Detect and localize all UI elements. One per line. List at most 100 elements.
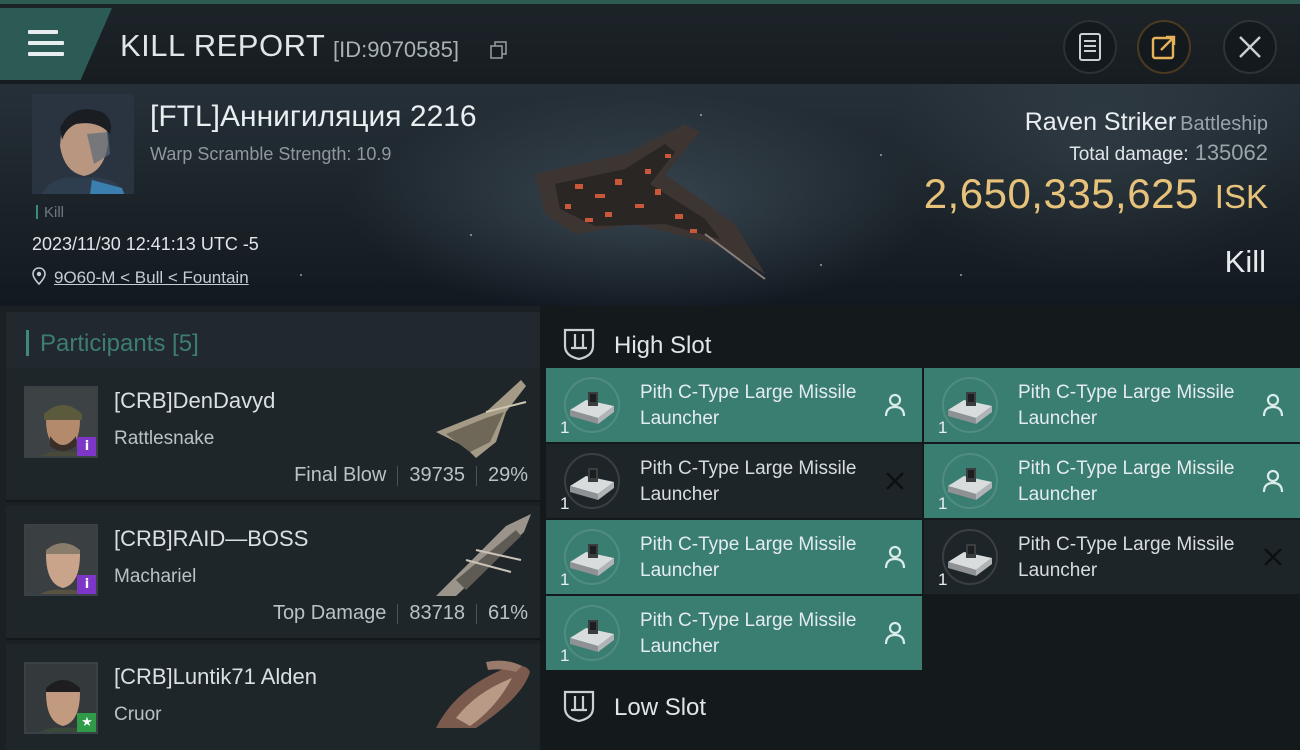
missile-launcher-icon xyxy=(942,529,998,585)
page-title: KILL REPORT xyxy=(120,28,326,63)
kill-datetime: 2023/11/30 12:41:13 UTC -5 xyxy=(32,234,259,254)
participant-role: Final Blow xyxy=(294,464,387,486)
participant-ship: Cruor xyxy=(114,704,162,725)
high-slot-header: High Slot xyxy=(540,312,1300,370)
document-button[interactable] xyxy=(1063,20,1117,74)
participant-ship-image xyxy=(436,514,531,596)
ship-class: Battleship xyxy=(1180,113,1268,135)
participant-ship-image xyxy=(436,380,527,458)
report-id: [ID:9070585] xyxy=(333,37,459,62)
module-item[interactable]: 1 Pith C-Type Large Missile Launcher xyxy=(546,444,922,518)
module-item[interactable]: 1 Pith C-Type Large Missile Launcher xyxy=(924,444,1300,518)
module-item[interactable]: 1 Pith C-Type Large Missile Launcher xyxy=(924,368,1300,442)
participant-badge: i xyxy=(77,575,96,594)
copy-icon[interactable] xyxy=(490,41,508,59)
avatar: ★ xyxy=(24,662,98,734)
avatar: i xyxy=(24,524,98,596)
menu-button[interactable] xyxy=(0,8,112,80)
participant-name: [CRB]RAID—BOSS xyxy=(114,526,309,551)
share-button[interactable] xyxy=(1137,20,1191,74)
person-icon xyxy=(1262,469,1284,493)
module-quantity: 1 xyxy=(938,494,948,513)
document-icon xyxy=(1079,33,1101,61)
avatar: i xyxy=(24,386,98,458)
missile-launcher-icon xyxy=(564,453,620,509)
location-link[interactable]: 9O60-M < Bull < Fountain xyxy=(54,268,249,288)
victim-name: [FTL]Аннигиляция 2216 xyxy=(150,100,477,133)
ship-name[interactable]: Raven Striker xyxy=(1025,108,1176,136)
module-name: Pith C-Type Large Missile Launcher xyxy=(640,610,857,657)
high-slot-title: High Slot xyxy=(614,332,712,359)
participants-panel: Participants [5] i [CRB]DenDavyd Rattles… xyxy=(0,306,540,750)
participant-ship: Machariel xyxy=(114,566,197,587)
participants-header: Participants [5] xyxy=(6,312,540,370)
cross-icon xyxy=(1264,548,1282,566)
victim-hero: [FTL]Аннигиляция 2216 Warp Scramble Stre… xyxy=(0,84,1300,306)
isk-value: 2,650,335,625 ISK xyxy=(924,170,1268,218)
module-name: Pith C-Type Large Missile Launcher xyxy=(1018,534,1235,581)
top-bar: KILL REPORT [ID:9070585] xyxy=(0,0,1300,84)
participant-badge: ★ xyxy=(77,713,96,732)
fitting-panel: High Slot 1 Pith C-Type Large Missile Lau… xyxy=(540,306,1300,750)
missile-launcher-icon xyxy=(942,377,998,433)
participant-damage: 39735 xyxy=(409,464,465,486)
person-icon xyxy=(884,545,906,569)
location-pin-icon xyxy=(32,267,46,285)
participant-role: Top Damage xyxy=(272,602,387,624)
victim-ship-image xyxy=(535,124,766,280)
kill-tag: Kill xyxy=(36,204,64,221)
module-name: Pith C-Type Large Missile Launcher xyxy=(640,458,857,505)
close-icon xyxy=(1239,36,1261,58)
participant-name: [CRB]Luntik71 Alden xyxy=(114,664,318,689)
missile-launcher-icon xyxy=(942,453,998,509)
participant-damage: 83718 xyxy=(409,602,465,624)
participant-name: [CRB]DenDavyd xyxy=(114,388,276,413)
module-quantity: 1 xyxy=(938,570,948,589)
participant-percent: 29% xyxy=(487,464,528,486)
missile-launcher-icon xyxy=(564,529,620,585)
missile-launcher-icon xyxy=(564,377,620,433)
low-slot-icon xyxy=(563,690,595,722)
participant-badge: i xyxy=(77,437,96,456)
total-damage: Total damage: 135062 xyxy=(1069,140,1268,166)
person-icon xyxy=(884,393,906,417)
participant-stats: Top Damage 83718 61% xyxy=(273,602,528,625)
person-icon xyxy=(1262,393,1284,417)
participant-row[interactable]: i [CRB]RAID—BOSS Machariel Top Damage 83… xyxy=(6,506,540,640)
module-quantity: 1 xyxy=(560,570,570,589)
person-icon xyxy=(884,621,906,645)
victim-ship: Raven Striker Battleship xyxy=(1025,108,1268,137)
module-quantity: 1 xyxy=(560,418,570,437)
module-quantity: 1 xyxy=(560,494,570,513)
module-quantity: 1 xyxy=(560,646,570,665)
participant-stats: Final Blow 39735 29% xyxy=(294,464,528,487)
module-name: Pith C-Type Large Missile Launcher xyxy=(640,534,857,581)
module-item[interactable]: 1 Pith C-Type Large Missile Launcher xyxy=(924,520,1300,594)
module-item[interactable]: 1 Pith C-Type Large Missile Launcher xyxy=(546,368,922,442)
share-icon xyxy=(1151,35,1176,60)
participant-ship: Rattlesnake xyxy=(114,428,215,449)
participant-ship-image xyxy=(436,660,530,728)
result-label: Kill xyxy=(1224,244,1266,279)
high-slot-icon xyxy=(563,328,595,360)
module-name: Pith C-Type Large Missile Launcher xyxy=(1018,458,1235,505)
low-slot-header: Low Slot xyxy=(540,674,1300,732)
close-button[interactable] xyxy=(1223,20,1277,74)
module-item[interactable]: 1 Pith C-Type Large Missile Launcher xyxy=(546,520,922,594)
participant-percent: 61% xyxy=(487,602,528,624)
isk-amount: 2,650,335,625 xyxy=(923,170,1199,217)
cross-icon xyxy=(886,472,904,490)
module-quantity: 1 xyxy=(938,418,948,437)
module-item[interactable]: 1 Pith C-Type Large Missile Launcher xyxy=(546,596,922,670)
total-damage-value: 135062 xyxy=(1194,140,1268,165)
participant-row[interactable]: ★ [CRB]Luntik71 Alden Cruor xyxy=(6,644,540,750)
victim-portrait[interactable] xyxy=(32,94,134,194)
participants-title: Participants [5] xyxy=(40,330,199,357)
module-name: Pith C-Type Large Missile Launcher xyxy=(640,382,857,429)
missile-launcher-icon xyxy=(564,605,620,661)
warp-scramble-strength: Warp Scramble Strength: 10.9 xyxy=(150,144,392,164)
isk-unit: ISK xyxy=(1214,178,1268,215)
module-name: Pith C-Type Large Missile Launcher xyxy=(1018,382,1235,429)
low-slot-title: Low Slot xyxy=(614,694,707,721)
participant-row[interactable]: i [CRB]DenDavyd Rattlesnake Final Blow 3… xyxy=(6,368,540,502)
